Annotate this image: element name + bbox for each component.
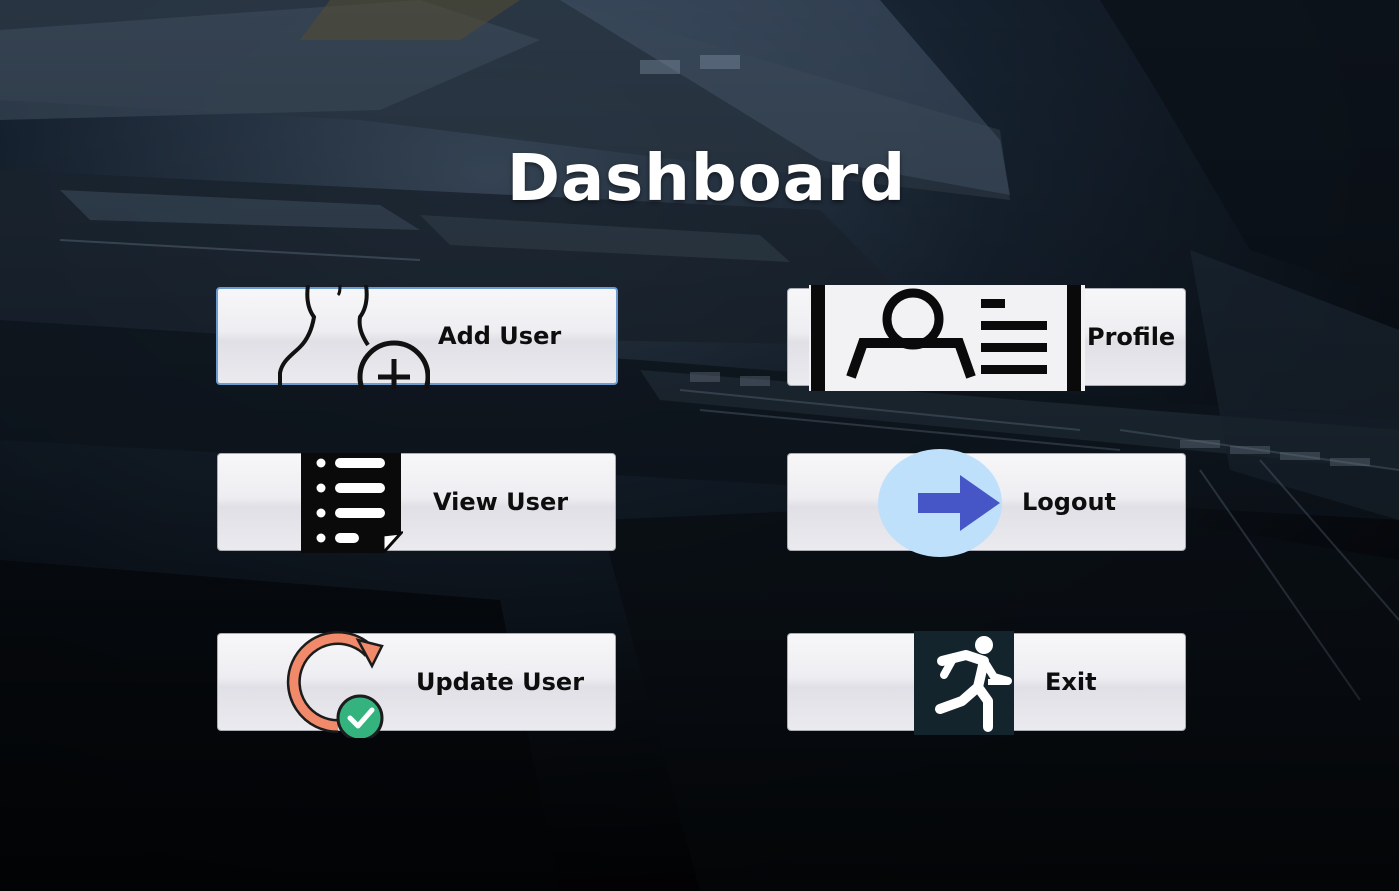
refresh-check-icon bbox=[280, 626, 386, 738]
page-title: Dashboard bbox=[506, 142, 907, 216]
exit-label: Exit bbox=[1045, 668, 1097, 696]
logout-label: Logout bbox=[1022, 488, 1117, 516]
update-user-label: Update User bbox=[416, 668, 585, 696]
exit-button[interactable]: Exit bbox=[787, 631, 1186, 735]
background-image bbox=[0, 0, 1399, 891]
add-user-button[interactable]: Add User bbox=[216, 285, 618, 389]
profile-card-icon bbox=[809, 285, 1085, 391]
view-user-label: View User bbox=[433, 488, 569, 516]
update-user-button[interactable]: Update User bbox=[217, 631, 616, 738]
running-man-icon bbox=[914, 631, 1014, 735]
view-user-button[interactable]: View User bbox=[217, 453, 616, 553]
profile-label: Profile bbox=[1087, 323, 1176, 351]
profile-button[interactable]: Profile bbox=[787, 285, 1186, 391]
add-user-label: Add User bbox=[438, 322, 562, 350]
arrow-right-icon bbox=[878, 449, 1002, 557]
add-user-icon bbox=[278, 285, 430, 389]
logout-button[interactable]: Logout bbox=[787, 449, 1186, 557]
list-icon bbox=[301, 453, 403, 553]
